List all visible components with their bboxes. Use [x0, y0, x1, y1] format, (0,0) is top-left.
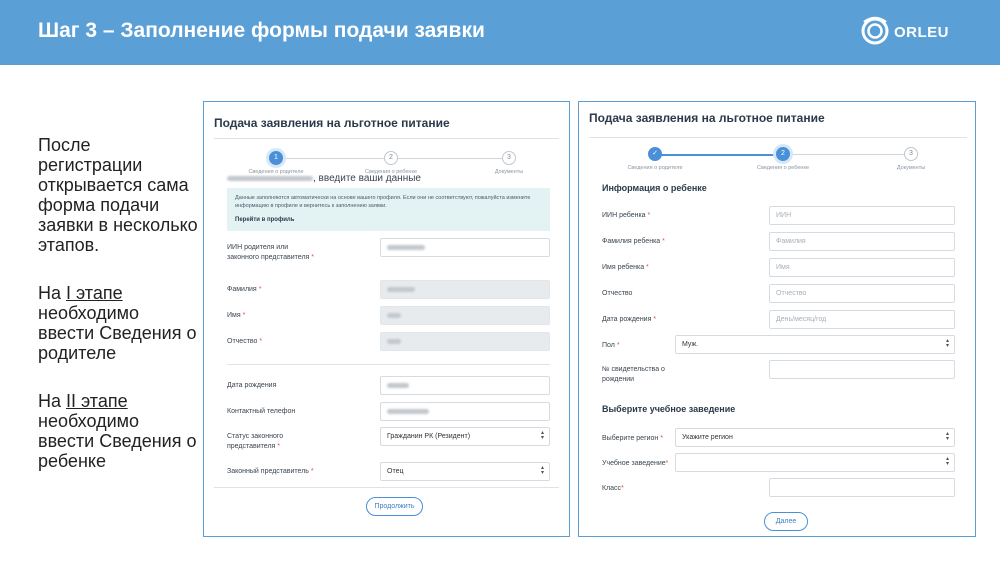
step-1-dot[interactable]: 1	[269, 151, 283, 165]
parent-form-panel: Подача заявления на льготное питание 1 2…	[203, 101, 570, 537]
status-value: Гражданин РК (Резидент)	[387, 433, 471, 440]
child-surname-input[interactable]: Фамилия	[769, 232, 955, 251]
divider	[227, 364, 550, 365]
step-line	[783, 154, 911, 155]
blurred-value	[387, 339, 401, 344]
stepper: ✓ 2 3 Сведения о родителе Сведения о реб…	[579, 147, 977, 177]
child-birth-input[interactable]: День/месяц/год	[769, 310, 955, 329]
next-button[interactable]: Далее	[764, 512, 808, 531]
representative-select[interactable]: Отец ▴ ▾	[380, 462, 550, 481]
form-title: Подача заявления на льготное питание	[589, 111, 825, 125]
stage1-rest: необходимо ввести Сведения о родителе	[38, 303, 197, 363]
step-line-done	[655, 154, 783, 156]
name-input[interactable]	[380, 306, 550, 325]
step-3-dot[interactable]: 3	[502, 151, 516, 165]
class-label: Класс*	[602, 485, 624, 492]
step-1-label: Сведения о родителе	[627, 165, 683, 171]
slide-header: Шаг 3 – Заполнение формы подачи заявки O…	[0, 0, 1000, 65]
child-surname-label: Фамилия ребенка *	[602, 238, 665, 245]
go-to-profile-link[interactable]: Перейти в профиль	[235, 216, 542, 224]
patronymic-label: Отчество *	[227, 338, 263, 345]
step-3-label: Документы	[896, 165, 926, 171]
blurred-name	[227, 175, 313, 181]
orleu-logo-icon	[861, 16, 889, 45]
child-info-heading: Информация о ребенке	[602, 183, 707, 193]
region-value: Укажите регион	[682, 434, 733, 441]
slide-title: Шаг 3 – Заполнение формы подачи заявки	[38, 19, 485, 42]
school-heading: Выберите учебное заведение	[602, 404, 736, 414]
select-caret-icon: ▴ ▾	[945, 431, 949, 442]
phone-label: Контактный телефон	[227, 408, 296, 415]
blurred-value	[387, 287, 415, 292]
stage2-prefix: На	[38, 391, 67, 411]
birth-date-input[interactable]	[380, 376, 550, 395]
name-label: Имя *	[227, 312, 246, 319]
step-2-dot[interactable]: 2	[776, 147, 790, 161]
institution-select[interactable]: ▴ ▾	[675, 453, 955, 472]
blurred-value	[387, 383, 409, 388]
step-2-dot[interactable]: 2	[384, 151, 398, 165]
continue-button[interactable]: Продолжить	[366, 497, 423, 516]
divider	[214, 138, 559, 139]
select-caret-icon: ▴ ▾	[540, 430, 544, 441]
parent-iin-label: ИИН родителя или законного представителя…	[227, 244, 315, 261]
stage2-text: На II этапе необходимо ввести Сведения о …	[38, 391, 198, 471]
divider	[214, 487, 559, 488]
blurred-value	[387, 245, 425, 250]
stage2-link: II этапе	[66, 391, 128, 411]
surname-label: Фамилия *	[227, 286, 262, 293]
surname-input[interactable]	[380, 280, 550, 299]
child-patronymic-label: Отчество	[602, 290, 633, 297]
profile-info-box: Данные заполняются автоматически на осно…	[227, 188, 550, 231]
step-3-label: Документы	[494, 169, 524, 175]
step-1-check-icon[interactable]: ✓	[648, 147, 662, 161]
child-iin-input[interactable]: ИИН	[769, 206, 955, 225]
blurred-value	[387, 409, 429, 414]
step-line	[276, 158, 391, 159]
side-description: После регистрации открывается сама форма…	[38, 135, 198, 499]
birth-date-label: Дата рождения	[227, 382, 277, 389]
child-iin-label: ИИН ребенка *	[602, 212, 651, 219]
region-label: Выберите регион *	[602, 435, 663, 442]
child-birth-label: Дата рождения *	[602, 316, 657, 323]
birth-cert-input[interactable]	[769, 360, 955, 379]
stage1-text: На I этапе необходимо ввести Сведения о р…	[38, 283, 198, 363]
logo-text: ORLEU	[894, 24, 949, 41]
form-title: Подача заявления на льготное питание	[214, 116, 450, 130]
gender-select[interactable]: Муж. ▴ ▾	[675, 335, 955, 354]
select-caret-icon: ▴ ▾	[945, 456, 949, 467]
gender-value: Муж.	[682, 341, 699, 348]
step-3-dot[interactable]: 3	[904, 147, 918, 161]
child-patronymic-input[interactable]: Отчество	[769, 284, 955, 303]
blurred-value	[387, 313, 401, 318]
representative-value: Отец	[387, 468, 404, 475]
status-label: Статус законного представителя *	[227, 433, 284, 450]
region-select[interactable]: Укажите регион ▴ ▾	[675, 428, 955, 447]
step-2-label: Сведения о ребенке	[756, 165, 810, 171]
patronymic-input[interactable]	[380, 332, 550, 351]
divider	[589, 137, 967, 138]
representative-label: Законный представитель *	[227, 468, 314, 475]
stage1-prefix: На	[38, 283, 67, 303]
child-name-label: Имя ребенка *	[602, 264, 649, 271]
child-name-input[interactable]: Имя	[769, 258, 955, 277]
stage1-link: I этапе	[66, 283, 123, 303]
greeting-suffix: , введите ваши данные	[313, 173, 421, 184]
select-caret-icon: ▴ ▾	[945, 338, 949, 349]
birth-cert-label: № свидетельства о рождении	[602, 366, 665, 383]
gender-label: Пол *	[602, 342, 620, 349]
status-select[interactable]: Гражданин РК (Резидент) ▴ ▾	[380, 427, 550, 446]
institution-label: Учебное заведение*	[602, 460, 669, 467]
info-text: Данные заполняются автоматически на осно…	[235, 195, 531, 209]
intro-text: После регистрации открывается сама форма…	[38, 135, 198, 255]
class-input[interactable]	[769, 478, 955, 497]
select-caret-icon: ▴ ▾	[540, 465, 544, 476]
orleu-logo: ORLEU	[860, 16, 970, 48]
phone-input[interactable]	[380, 402, 550, 421]
stage2-rest: необходимо ввести Сведения о ребенке	[38, 411, 197, 471]
parent-iin-input[interactable]	[380, 238, 550, 257]
step-line	[391, 158, 509, 159]
child-form-panel: Подача заявления на льготное питание ✓ 2…	[578, 101, 976, 537]
greeting: , введите ваши данные	[227, 173, 421, 184]
